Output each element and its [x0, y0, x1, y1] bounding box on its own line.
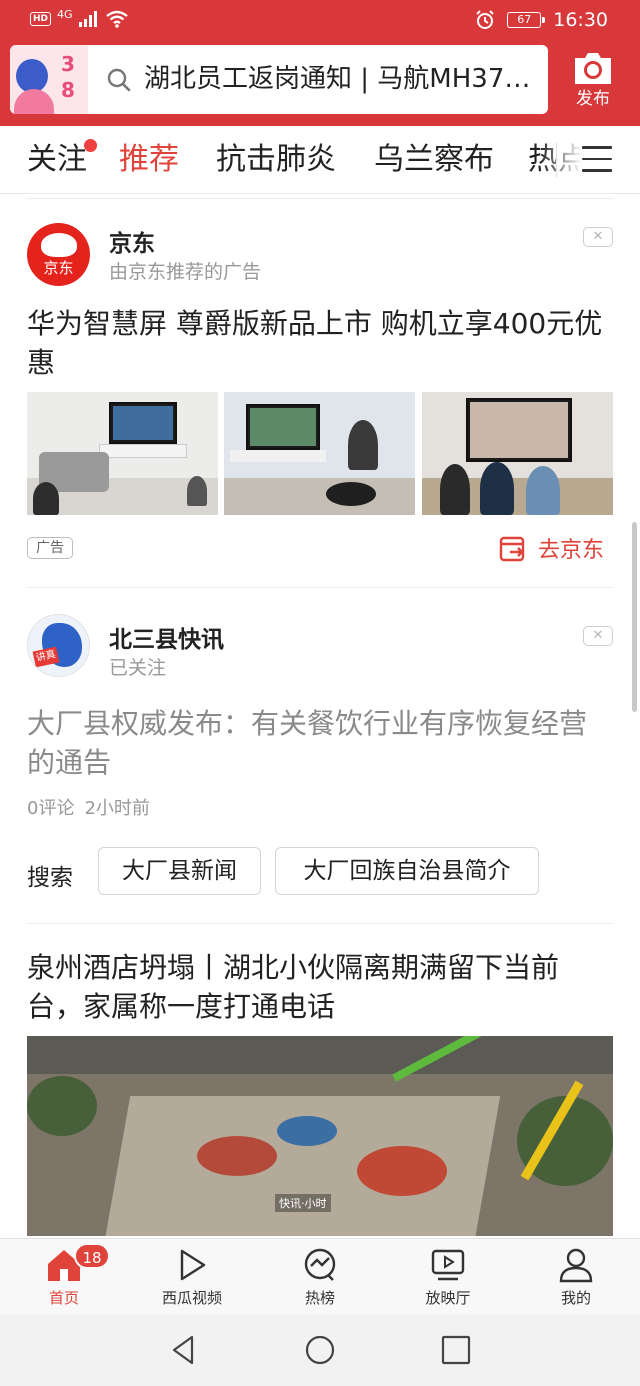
hd-badge: HD — [30, 12, 52, 26]
bottom-navigation: 18 首页 西瓜视频 热榜 放映厅 我的 — [0, 1238, 640, 1314]
signal-icon — [78, 11, 97, 27]
article-author-name[interactable]: 北三县快讯 — [109, 620, 224, 654]
alarm-icon — [476, 10, 494, 29]
channel-menu-icon[interactable] — [582, 146, 612, 174]
ad-headline[interactable]: 华为智慧屏 尊爵版新品上市 购机立享400元优惠 — [27, 304, 613, 382]
recents-icon[interactable] — [440, 1334, 472, 1366]
home-unread-badge: 18 — [74, 1243, 110, 1269]
new-content-dot — [84, 139, 97, 152]
article-headline[interactable]: 大厂县权威发布：有关餐饮行业有序恢复经营的通告 — [27, 704, 613, 782]
battery-icon: 67 — [507, 12, 546, 28]
search-chip[interactable]: 大厂县新闻 — [98, 847, 261, 895]
channel-tabs: 关注 推荐 抗击肺炎 乌兰察布 热点 — [0, 126, 640, 194]
trending-icon — [304, 1248, 336, 1281]
ad-image-1[interactable] — [27, 392, 218, 515]
comment-count: 0评论 — [27, 798, 75, 819]
nav-home-label: 首页 — [48, 1289, 79, 1307]
ad-image-3[interactable] — [422, 392, 613, 515]
nav-home[interactable]: 18 首页 — [0, 1239, 128, 1315]
ad-author-subtitle: 由京东推荐的广告 — [109, 261, 262, 283]
go-to-jd-label: 去京东 — [538, 538, 605, 563]
network-type: 4G — [57, 7, 73, 21]
feed-divider — [27, 923, 613, 924]
article-meta: 0评论 2小时前 — [27, 794, 160, 820]
clock: 16:30 — [553, 9, 608, 31]
beisanxian-avatar[interactable]: 讲真 — [27, 614, 90, 677]
system-navigation-bar — [0, 1314, 640, 1386]
promo-figure-hair — [16, 59, 48, 93]
tab-ulanqab[interactable]: 乌兰察布 — [374, 126, 494, 194]
ad-author-name[interactable]: 京东 — [109, 224, 155, 258]
publish-label: 发布 — [576, 89, 610, 109]
app-header: HD 4G 67 16:30 38 湖北员工返岗通知 | 马航MH370… 发布 — [0, 0, 640, 126]
nav-screening-hall[interactable]: 放映厅 — [384, 1239, 512, 1315]
search-icon — [107, 68, 131, 92]
nav-hot-list[interactable]: 热榜 — [256, 1239, 384, 1315]
tabs-divider — [556, 142, 557, 178]
nav-xigua-label: 西瓜视频 — [161, 1289, 222, 1307]
nav-hot-list-label: 热榜 — [304, 1289, 335, 1307]
ad-label-badge: 广告 — [27, 537, 73, 559]
article-photo[interactable]: 快讯·小时 — [27, 1036, 613, 1236]
nav-profile[interactable]: 我的 — [512, 1239, 640, 1315]
tab-recommended[interactable]: 推荐 — [119, 126, 179, 194]
article-headline[interactable]: 泉州酒店坍塌丨湖北小伙隔离期满留下当前台，家属称一度打通电话 — [27, 948, 613, 1026]
follow-status: 已关注 — [109, 657, 167, 679]
publish-button[interactable]: 发布 — [564, 48, 622, 118]
photo-road — [27, 1036, 613, 1074]
search-bar[interactable]: 38 湖北员工返岗通知 | 马航MH370… — [10, 45, 548, 114]
play-icon — [180, 1249, 206, 1281]
feed-divider — [27, 198, 613, 199]
back-icon[interactable] — [168, 1334, 200, 1366]
feed-divider — [27, 587, 613, 588]
dismiss-article-button[interactable]: ✕ — [583, 626, 613, 646]
nav-screening-label: 放映厅 — [425, 1289, 471, 1307]
search-chip[interactable]: 大厂回族自治县简介 — [275, 847, 539, 895]
search-suggestion-text[interactable]: 湖北员工返岗通知 | 马航MH370… — [144, 45, 539, 114]
promo-figure-body — [14, 89, 54, 114]
promo-banner-image[interactable]: 38 — [10, 45, 88, 114]
user-icon — [559, 1248, 593, 1283]
status-bar: HD 4G 67 16:30 — [0, 0, 640, 44]
jd-avatar[interactable]: 京东 — [27, 223, 90, 286]
camera-icon — [575, 53, 611, 84]
dismiss-ad-button[interactable]: ✕ — [583, 227, 613, 247]
external-link-icon — [499, 536, 525, 562]
related-search-label: 搜索 — [27, 865, 73, 891]
tab-fight-pneumonia[interactable]: 抗击肺炎 — [216, 126, 336, 194]
home-circle-icon[interactable] — [304, 1334, 336, 1366]
promo-number: 38 — [61, 52, 75, 102]
nav-profile-label: 我的 — [560, 1289, 591, 1307]
ad-image-2[interactable] — [224, 392, 415, 515]
jd-avatar-text: 京东 — [43, 259, 74, 277]
tv-play-icon — [431, 1249, 465, 1281]
nav-xigua-video[interactable]: 西瓜视频 — [128, 1239, 256, 1315]
publish-time: 2小时前 — [84, 798, 150, 819]
go-to-jd-button[interactable]: 去京东 — [498, 532, 604, 564]
tab-following[interactable]: 关注 — [27, 126, 87, 194]
jd-dog-logo-icon — [41, 233, 77, 257]
wifi-icon — [105, 10, 128, 28]
photo-watermark: 快讯·小时 — [275, 1194, 331, 1212]
scrollbar-thumb[interactable] — [632, 522, 637, 712]
